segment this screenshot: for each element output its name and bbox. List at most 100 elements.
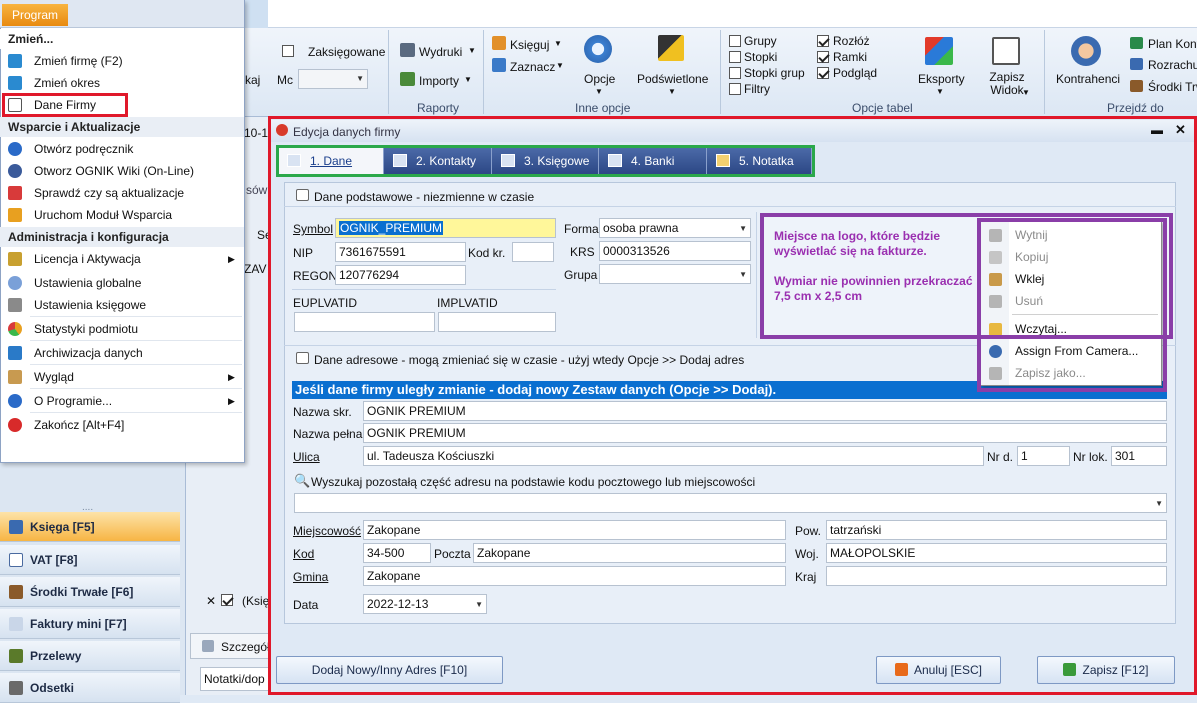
invoice-icon <box>9 617 23 631</box>
wiki-icon <box>8 164 22 178</box>
change-icon <box>8 54 22 68</box>
chevron-down-icon: ▼ <box>554 39 562 48</box>
highlight-dialog <box>268 116 1197 695</box>
rozloz-label: Rozłóż <box>833 34 870 48</box>
mc-label: Mc <box>277 73 293 87</box>
menu-separator <box>30 340 242 341</box>
nav-srodki-label: Środki Trwałe [F6] <box>30 585 134 599</box>
nav-srodki-trwale[interactable]: Środki Trwałe [F6] <box>0 577 180 607</box>
vat-icon <box>9 553 23 567</box>
nav-faktury-label: Faktury mini [F7] <box>30 617 127 631</box>
nav-ksiega-label: Księga [F5] <box>30 520 95 534</box>
chevron-down-icon: ▼ <box>556 61 564 70</box>
menu-item-label: Licencja i Aktywacja <box>34 252 141 266</box>
srodki-trwale-icon <box>1130 80 1143 92</box>
menu-item-label: O Programie... <box>34 394 113 408</box>
select-icon <box>492 58 506 72</box>
podglad-label: Podgląd <box>833 66 878 80</box>
rozrachunki-button[interactable]: Rozrachu <box>1148 57 1197 73</box>
rozloz-checkbox[interactable] <box>817 35 829 47</box>
kaj-label: kaj <box>245 73 261 87</box>
chevron-right-icon: ▶ <box>228 396 235 406</box>
ramki-label: Ramki <box>833 50 868 64</box>
filtry-label: Filtry <box>744 82 770 96</box>
podglad-checkbox[interactable] <box>817 67 829 79</box>
plan-kont-button[interactable]: Plan Kont <box>1148 36 1197 52</box>
stopki-grup-checkbox[interactable] <box>729 67 741 79</box>
printer-icon <box>400 43 415 57</box>
chevron-right-icon: ▶ <box>228 254 235 264</box>
inne-opcje-group-label: Inne opcje <box>575 101 631 115</box>
menu-item-wyglad[interactable]: Wygląd ▶ <box>0 366 244 388</box>
menu-separator <box>30 364 242 365</box>
import-icon <box>400 72 415 86</box>
menu-section-administracja: Administracja i konfiguracja <box>0 227 244 247</box>
grupy-checkbox[interactable] <box>729 35 741 47</box>
zaksiegowane-checkbox[interactable] <box>282 45 294 57</box>
rozrachunki-icon <box>1130 58 1143 70</box>
menu-item-label: Otworz OGNIK Wiki (On-Line) <box>34 164 195 178</box>
przejdz-do-group-label: Przejdź do <box>1107 101 1164 115</box>
update-icon <box>8 186 22 200</box>
calculator-icon <box>9 681 23 695</box>
menu-item-zmien-firme[interactable]: Zmień firmę (F2) <box>0 50 244 72</box>
menu-item-licencja[interactable]: Licencja i Aktywacja ▶ <box>0 248 244 270</box>
ledger-icon <box>9 520 23 534</box>
menu-item-label: Archiwizacja danych <box>34 346 143 360</box>
menu-item-zakoncz[interactable]: Zakończ [Alt+F4] <box>0 414 244 436</box>
support-icon <box>8 208 22 222</box>
menu-item-o-programie[interactable]: O Programie... ▶ <box>0 390 244 412</box>
transfer-icon <box>9 649 23 663</box>
kontrahenci-button[interactable]: Kontrahenci <box>1056 71 1120 87</box>
about-icon <box>8 394 22 408</box>
notatki-fragment: Notatki/dop <box>204 672 265 686</box>
program-menu-tab[interactable]: Program <box>2 4 68 26</box>
menu-item-archiwizacja[interactable]: Archiwizacja danych <box>0 342 244 364</box>
menu-item-statystyki[interactable]: Statystyki podmiotu <box>0 318 244 340</box>
chevron-down-icon: ▼ <box>356 74 364 83</box>
menu-item-podrecznik[interactable]: Otwórz podręcznik <box>0 138 244 160</box>
nav-przelewy[interactable]: Przelewy <box>0 641 180 671</box>
menu-item-label: Uruchom Moduł Wsparcia <box>34 208 173 222</box>
nav-faktury-mini[interactable]: Faktury mini [F7] <box>0 609 180 639</box>
menu-item-label: Sprawdź czy są aktualizacje <box>34 186 185 200</box>
srodki-trwale-button[interactable]: Środki Trw <box>1148 79 1197 95</box>
menu-item-aktualizacje[interactable]: Sprawdź czy są aktualizacje <box>0 182 244 204</box>
ksiegowe-checkbox[interactable] <box>221 594 233 606</box>
close-icon[interactable]: ✕ <box>206 593 216 609</box>
chevron-down-icon: ▼ <box>668 87 676 96</box>
wydruki-button[interactable]: Wydruki <box>419 44 462 60</box>
chevron-down-icon: ▼ <box>1022 88 1030 97</box>
menu-item-ustawienia-ksiegowe[interactable]: Ustawienia księgowe <box>0 294 244 316</box>
menu-item-label: Ustawienia księgowe <box>34 298 147 312</box>
menu-item-ustawienia-globalne[interactable]: Ustawienia globalne <box>0 272 244 294</box>
ribbon-separator <box>483 30 484 114</box>
key-icon <box>8 252 22 266</box>
zaznacz-button[interactable]: Zaznacz <box>510 59 555 75</box>
mc-select[interactable]: ▼ <box>298 69 368 89</box>
nav-ksiega[interactable]: Księga [F5] <box>0 512 180 542</box>
ksieguj-button[interactable]: Księguj <box>510 37 549 53</box>
menu-item-wiki[interactable]: Otworz OGNIK Wiki (On-Line) <box>0 160 244 182</box>
menu-item-zmien-okres[interactable]: Zmień okres <box>0 72 244 94</box>
ramki-checkbox[interactable] <box>817 51 829 63</box>
menu-item-modul-wsparcia[interactable]: Uruchom Moduł Wsparcia <box>0 204 244 226</box>
plan-kont-icon <box>1130 37 1143 49</box>
filtry-checkbox[interactable] <box>729 83 741 95</box>
nav-odsetki[interactable]: Odsetki <box>0 673 180 703</box>
menu-item-label: Wygląd <box>34 370 74 384</box>
importy-button[interactable]: Importy <box>419 73 459 89</box>
menu-item-label: Zmień firmę (F2) <box>34 54 123 68</box>
stopki-checkbox[interactable] <box>729 51 741 63</box>
save-view-icon <box>992 37 1020 65</box>
highlight-context-menu <box>977 218 1167 392</box>
nav-vat[interactable]: VAT [F8] <box>0 545 180 575</box>
menu-separator <box>30 388 242 389</box>
grupy-label: Grupy <box>744 34 777 48</box>
gear-icon <box>584 35 612 63</box>
details-icon <box>202 640 214 652</box>
magic-wand-icon <box>658 35 684 61</box>
chevron-right-icon: ▶ <box>228 372 235 382</box>
chevron-down-icon: ▼ <box>468 46 476 55</box>
post-icon <box>492 36 506 50</box>
